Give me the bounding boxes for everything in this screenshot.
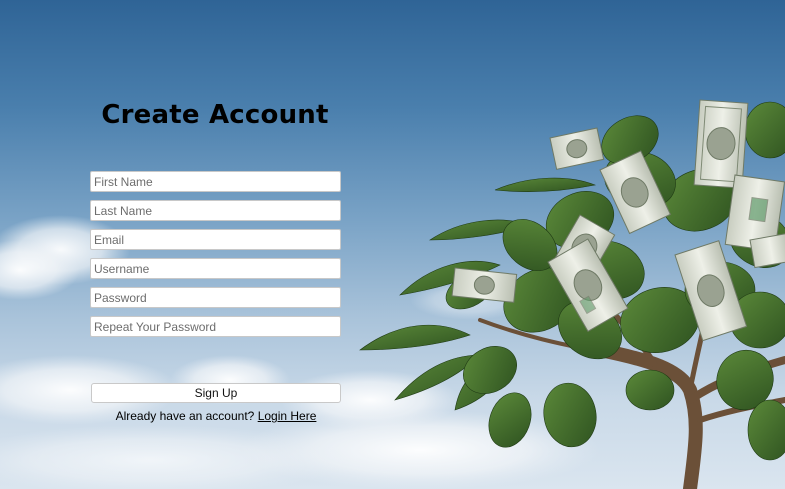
first-name-field[interactable] [90,171,341,192]
email-field[interactable] [90,229,341,250]
login-prompt-row: Already have an account? Login Here [90,409,342,423]
signup-window: Create Account Sign Up Already have an a… [0,0,785,489]
login-prompt-text: Already have an account? [115,409,255,423]
last-name-field[interactable] [90,200,341,221]
password-field[interactable] [90,287,341,308]
login-here-link[interactable]: Login Here [258,409,317,423]
repeat-password-field[interactable] [90,316,341,337]
sign-up-button[interactable]: Sign Up [91,383,341,403]
username-field[interactable] [90,258,341,279]
page-title: Create Account [101,100,329,130]
